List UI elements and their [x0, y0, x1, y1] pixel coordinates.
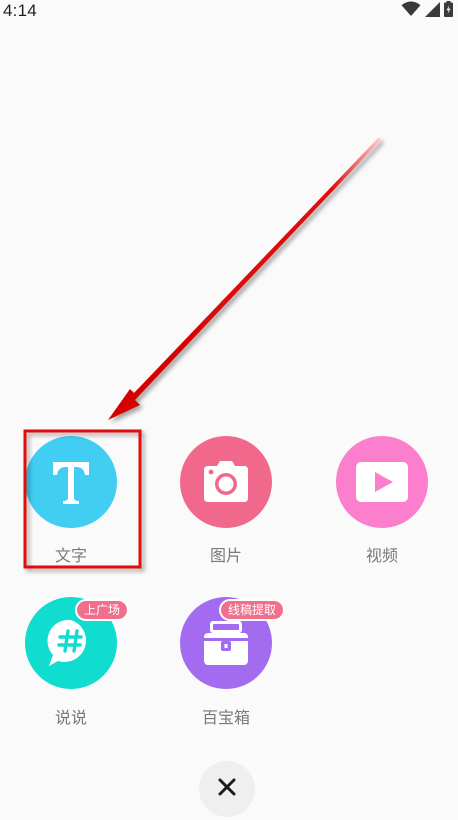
- status-bar: 4:14: [0, 0, 458, 24]
- menu-label-shuoshuo: 说说: [54, 708, 87, 727]
- text-t-icon: [25, 436, 117, 528]
- status-time: 4:14: [3, 1, 37, 20]
- close-button[interactable]: [199, 761, 255, 817]
- signal-icon: [425, 1, 440, 21]
- menu-item-shuoshuo[interactable]: 上广场 说说: [11, 597, 131, 747]
- badge-square: 上广场: [75, 599, 130, 621]
- menu-label-image: 图片: [209, 546, 242, 565]
- menu-label-text: 文字: [54, 546, 87, 565]
- menu-item-image[interactable]: 图片: [166, 436, 286, 586]
- annotation-arrow: [108, 137, 381, 420]
- badge-lineart: 线稿提取: [219, 599, 286, 621]
- close-icon: [217, 777, 237, 801]
- status-icons: [401, 1, 453, 21]
- menu-item-treasure-box[interactable]: 线稿提取 百宝箱: [166, 597, 286, 747]
- battery-icon: [444, 1, 453, 21]
- camera-icon: [180, 436, 272, 528]
- wifi-icon: [401, 1, 421, 21]
- video-play-icon: [336, 436, 428, 528]
- menu-item-video[interactable]: 视频: [322, 436, 442, 586]
- menu-item-text[interactable]: 文字: [11, 436, 131, 586]
- menu-label-treasure-box: 百宝箱: [201, 708, 250, 727]
- menu-label-video: 视频: [365, 546, 398, 565]
